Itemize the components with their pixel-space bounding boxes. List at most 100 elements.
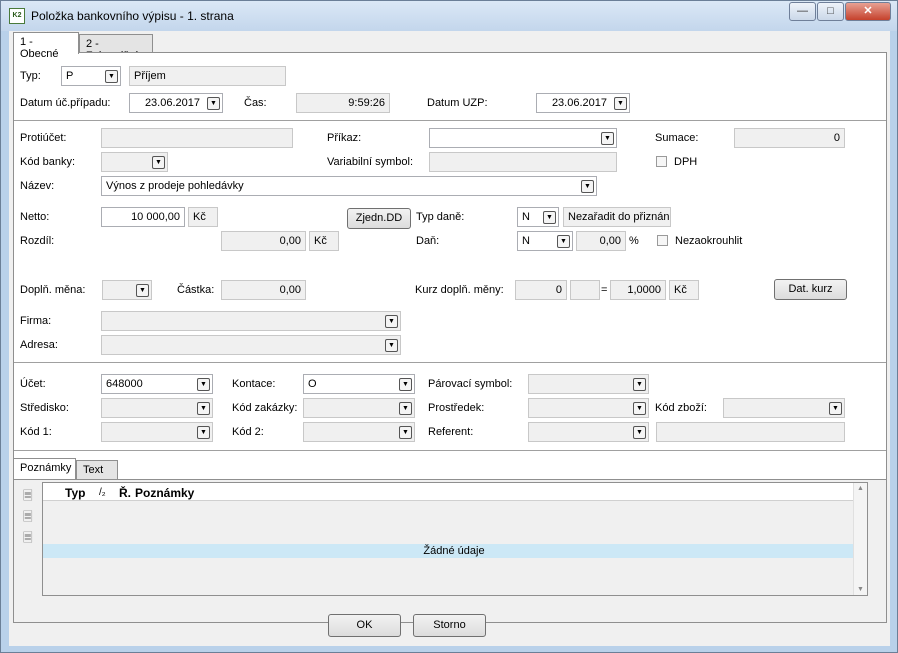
kurz-field-3[interactable]: 1,0000 xyxy=(610,280,666,300)
chevron-down-icon[interactable]: ▼ xyxy=(399,402,412,415)
dopln-mena-label: Doplň. měna: xyxy=(20,284,86,296)
chevron-down-icon[interactable]: ▼ xyxy=(633,378,646,391)
chevron-down-icon[interactable]: ▼ xyxy=(197,426,210,439)
kod-zbozi-select[interactable]: ▼ xyxy=(723,398,845,418)
kod2-select[interactable]: ▼ xyxy=(303,422,415,442)
dat-kurz-button[interactable]: Dat. kurz xyxy=(774,279,847,300)
chevron-down-icon[interactable]: ▼ xyxy=(633,402,646,415)
column-sort[interactable]: /₂ xyxy=(99,487,106,498)
chevron-down-icon[interactable]: ▼ xyxy=(633,426,646,439)
kod-zakazky-select[interactable]: ▼ xyxy=(303,398,415,418)
prikaz-select[interactable]: ▼ xyxy=(429,128,617,148)
zjedn-dd-button[interactable]: Zjedn.DD xyxy=(347,208,411,229)
uzp-label: Datum UZP: xyxy=(427,97,488,109)
chevron-down-icon[interactable]: ▼ xyxy=(385,339,398,352)
nazev-select[interactable]: Výnos z prodeje pohledávky ▼ xyxy=(101,176,597,196)
edit-note-icon[interactable]: 🗏 xyxy=(23,508,37,524)
tab-poznamky[interactable]: Poznámky xyxy=(14,458,76,479)
tab-text[interactable]: Text xyxy=(76,460,118,479)
chevron-down-icon[interactable]: ▼ xyxy=(197,378,210,391)
grid-header: Typ /₂ Ř. Poznámky xyxy=(43,483,867,501)
chevron-down-icon[interactable]: ▼ xyxy=(105,70,118,83)
chevron-down-icon[interactable]: ▼ xyxy=(207,97,220,110)
firma-select[interactable]: ▼ xyxy=(101,311,401,331)
parovaci-select[interactable]: ▼ xyxy=(528,374,649,394)
chevron-down-icon[interactable]: ▼ xyxy=(581,180,594,193)
parovaci-label: Párovací symbol: xyxy=(428,378,513,390)
tab-zahranicni[interactable]: 2 - Zahraniční xyxy=(79,34,153,62)
castka-label: Částka: xyxy=(177,284,215,296)
tab-obecne[interactable]: 1 - Obecné xyxy=(13,32,79,60)
castka-field[interactable]: 0,00 xyxy=(221,280,306,300)
typ-dane-select[interactable]: N ▼ xyxy=(517,207,559,227)
kod-zbozi-label: Kód zboží: xyxy=(655,402,707,414)
grid-scrollbar[interactable]: ▲ ▼ xyxy=(853,483,867,595)
ucet-select[interactable]: 648000 ▼ xyxy=(101,374,213,394)
ok-button[interactable]: OK xyxy=(328,614,401,637)
nezaokrouhlit-checkbox[interactable] xyxy=(657,235,668,246)
maximize-button[interactable]: □ xyxy=(817,2,844,21)
column-radek[interactable]: Ř. xyxy=(119,486,131,500)
chevron-down-icon[interactable]: ▼ xyxy=(399,378,412,391)
typ-description: Příjem xyxy=(129,66,286,86)
nazev-label: Název: xyxy=(20,180,55,192)
ucet-label: Účet: xyxy=(20,378,46,390)
dan-select[interactable]: N ▼ xyxy=(517,231,573,251)
prostredek-select[interactable]: ▼ xyxy=(528,398,649,418)
protiucet-field[interactable] xyxy=(101,128,293,148)
chevron-down-icon[interactable]: ▼ xyxy=(399,426,412,439)
cas-label: Čas: xyxy=(244,97,267,109)
chevron-down-icon[interactable]: ▼ xyxy=(614,97,627,110)
storno-button[interactable]: Storno xyxy=(413,614,486,637)
kod1-select[interactable]: ▼ xyxy=(101,422,213,442)
separator xyxy=(14,362,886,363)
typ-label: Typ: xyxy=(20,70,41,82)
dan-percent-field[interactable]: 0,00 xyxy=(576,231,626,251)
prikaz-label: Příkaz: xyxy=(327,132,362,144)
kurz-field-1[interactable]: 0 xyxy=(515,280,567,300)
stredisko-select[interactable]: ▼ xyxy=(101,398,213,418)
sumace-field: 0 xyxy=(734,128,845,148)
chevron-down-icon[interactable]: ▼ xyxy=(829,402,842,415)
rozdil-currency: Kč xyxy=(309,231,339,251)
kurz-field-2[interactable] xyxy=(570,280,600,300)
chevron-down-icon[interactable]: ▼ xyxy=(557,235,570,248)
referent-label: Referent: xyxy=(428,426,474,438)
adresa-select[interactable]: ▼ xyxy=(101,335,401,355)
notes-grid[interactable]: Typ /₂ Ř. Poznámky Žádné údaje ▲ ▼ xyxy=(42,482,868,596)
dph-checkbox[interactable] xyxy=(656,156,667,167)
uzp-field[interactable]: 23.06.2017 ▼ xyxy=(536,93,630,113)
datum-label: Datum úč.případu: xyxy=(20,97,111,109)
chevron-down-icon[interactable]: ▼ xyxy=(197,402,210,415)
netto-currency: Kč xyxy=(188,207,218,227)
datum-field[interactable]: 23.06.2017 ▼ xyxy=(129,93,223,113)
stredisko-label: Středisko: xyxy=(20,402,69,414)
chevron-down-icon[interactable]: ▼ xyxy=(385,315,398,328)
column-poznamky[interactable]: Poznámky xyxy=(135,486,194,500)
window-title: Položka bankovního výpisu - 1. strana xyxy=(31,9,234,23)
cas-field: 9:59:26 xyxy=(296,93,390,113)
typ-select[interactable]: P ▼ xyxy=(61,66,121,86)
add-note-icon[interactable]: 🗏 xyxy=(23,487,37,503)
chevron-down-icon[interactable]: ▼ xyxy=(601,132,614,145)
close-button[interactable]: ✕ xyxy=(845,2,891,21)
scroll-up-icon[interactable]: ▲ xyxy=(857,485,864,492)
dph-label: DPH xyxy=(674,156,698,168)
kurz-label: Kurz doplň. měny: xyxy=(415,284,504,296)
kod-banky-label: Kód banky: xyxy=(20,156,76,168)
dopln-mena-select[interactable]: ▼ xyxy=(102,280,152,300)
column-typ[interactable]: Typ xyxy=(65,486,85,500)
minimize-button[interactable]: — xyxy=(789,2,816,21)
chevron-down-icon[interactable]: ▼ xyxy=(152,156,165,169)
kontace-select[interactable]: O ▼ xyxy=(303,374,415,394)
delete-note-icon[interactable]: 🗏 xyxy=(23,529,37,545)
referent-select[interactable]: ▼ xyxy=(528,422,649,442)
chevron-down-icon[interactable]: ▼ xyxy=(136,284,149,297)
title-bar: K2 Položka bankovního výpisu - 1. strana… xyxy=(1,1,897,31)
kurz-equals: = xyxy=(601,284,608,296)
kod-banky-select[interactable]: ▼ xyxy=(101,152,168,172)
netto-field[interactable]: 10 000,00 xyxy=(101,207,185,227)
var-symbol-field[interactable] xyxy=(429,152,617,172)
chevron-down-icon[interactable]: ▼ xyxy=(543,211,556,224)
scroll-down-icon[interactable]: ▼ xyxy=(857,586,864,593)
